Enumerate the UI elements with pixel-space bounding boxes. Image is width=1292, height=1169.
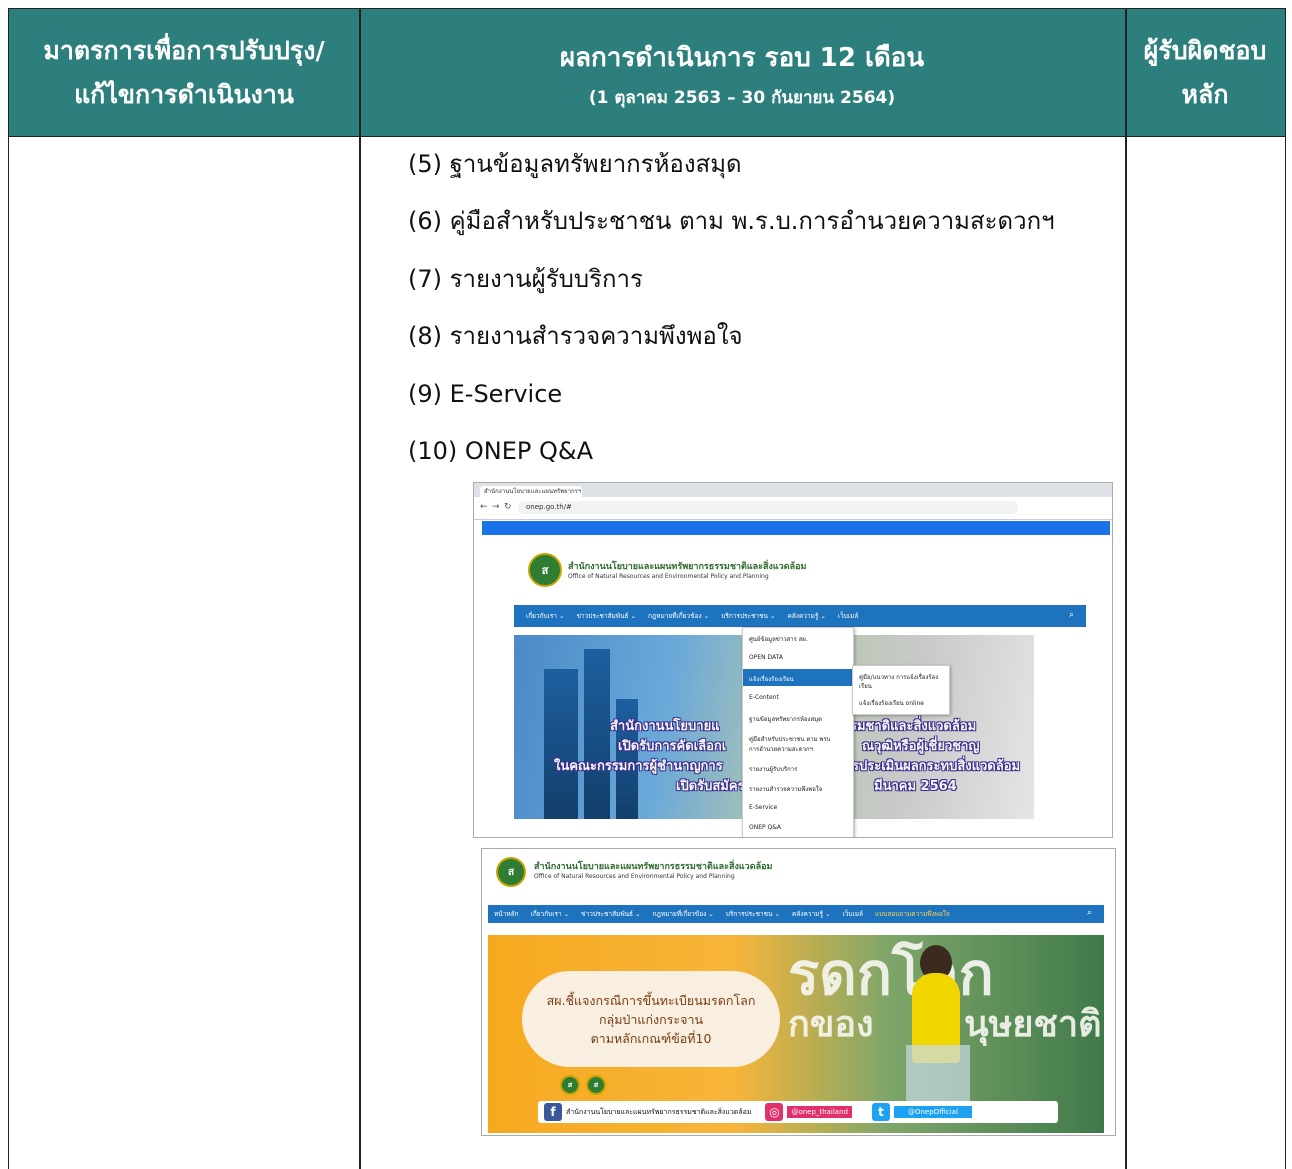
building-shape (544, 669, 578, 819)
org-name-en: Office of Natural Resources and Environm… (568, 573, 769, 580)
podium (906, 1045, 970, 1103)
dropdown-item: การอำนวยความสะดวกฯ (749, 746, 814, 753)
list-item: (7) รายงานผู้รับบริการ (408, 264, 643, 293)
back-icon: ← (480, 502, 488, 512)
menu-item: คลังความรู้ ⌄ (787, 612, 826, 620)
banner-text: สำนักงานนโยบายแ (610, 719, 720, 734)
menu-item: คลังความรู้ ⌄ (792, 910, 831, 918)
instagram-icon: ◎ (765, 1103, 784, 1121)
submenu-item: เรียน (859, 683, 872, 690)
menu-item: กฎหมายที่เกี่ยวข้อง ⌄ (647, 612, 710, 620)
menu-item: แบบสอบถามความพึงพอใจ (874, 910, 950, 918)
instagram-text: @onep_thailand (787, 1106, 852, 1118)
org-name-th: สำนักงานนโยบายและแผนทรัพยากรธรรมชาติและส… (534, 862, 773, 872)
banner-text: เปิดรับสมัคร (676, 779, 745, 794)
list-item: (8) รายงานสำรวจความพึงพอใจ (408, 322, 743, 351)
header-measures: มาตรการเพื่อการปรับปรุง/ แก้ไขการดำเนินง… (9, 9, 359, 137)
menu-item: กฎหมายที่เกี่ยวข้อง ⌄ (652, 910, 714, 918)
services-dropdown: ศูนย์ข้อมูลข่าวสาร สผ. OPEN DATA แจ้งเรื… (742, 627, 854, 837)
headline-line: กลุ่มป่าแก่งกระจาน (598, 1011, 704, 1027)
menu-item: ข่าวประชาสัมพันธ์ ⌄ (581, 910, 641, 918)
news-banner: รดกโลก กของ นุษยชาติ สผ.ชี้แจงกรณีการขึ้… (488, 935, 1104, 1133)
header-responsible-line1: ผู้รับผิดชอบ (1143, 36, 1267, 65)
banner-text: รมชาติและสิ่งแวดล้อม (850, 719, 977, 734)
menu-item: เกี่ยวกับเรา ⌄ (530, 910, 570, 918)
site-menu-bar: เกี่ยวกับเรา ⌄ ข่าวประชาสัมพันธ์ ⌄ กฎหมา… (514, 605, 1086, 627)
headline-line: สผ.ชี้แจงกรณีการขึ้นทะเบียนมรดกโลก (546, 992, 756, 1008)
header-measures-line2: แก้ไขการดำเนินงาน (74, 80, 294, 109)
submenu-item: แจ้งเรื่องร้องเรียน online (859, 700, 924, 707)
search-icon: ⌕ (1086, 908, 1092, 918)
url-field: onep.go.th/# (518, 501, 1018, 514)
menu-item: เว็บเมล์ (842, 910, 863, 918)
org-name-en: Office of Natural Resources and Environm… (534, 873, 735, 880)
website-screenshot-home: ส สำนักงานนโยบายและแผนทรัพยากรธรรมชาติแล… (481, 848, 1116, 1136)
emblem-icon: ส (560, 1075, 580, 1095)
banner-text: เปิดรับการคัดเลือกเ (618, 739, 727, 754)
dropdown-item: ONEP Q&A (749, 824, 782, 831)
column-divider-1 (359, 9, 361, 1169)
social-bar: f สำนักงานนโยบายและแผนทรัพยากรธรรมชาติแล… (538, 1101, 1058, 1123)
banner-text: มีนาคม 2564 (874, 779, 957, 794)
browser-tab: สำนักงานนโยบายและแผนทรัพยากรฯ (480, 486, 582, 497)
list-item: (9) E-Service (408, 379, 563, 408)
onep-logo-icon: ส (496, 857, 526, 887)
forward-icon: → (492, 502, 500, 512)
menu-item: บริการประชาชน ⌄ (721, 612, 776, 620)
facebook-icon: f (544, 1103, 562, 1121)
header-results: ผลการดำเนินการ รอบ 12 เดือน (1 ตุลาคม 25… (359, 9, 1125, 137)
banner-text: รประเมินผลกระทบสิ่งแวดล้อม (852, 759, 1021, 774)
onep-logo-icon: ส (586, 1075, 606, 1095)
header-responsible-line2: หลัก (1181, 80, 1229, 109)
banner-text: ในคณะกรรมการผู้ชำนาญการ (554, 759, 723, 774)
site-top-bar (482, 521, 1110, 535)
building-shape (584, 649, 610, 819)
list-item: (6) คู่มือสำหรับประชาชน ตาม พ.ร.บ.การอำน… (408, 207, 1055, 236)
dropdown-item: แจ้งเรื่องร้องเรียน (749, 676, 794, 683)
twitter-text: @OnepOfficial (893, 1106, 972, 1118)
search-icon: ⌕ (1068, 610, 1074, 620)
header-results-title: ผลการดำเนินการ รอบ 12 เดือน (559, 42, 925, 73)
menu-item: ข่าวประชาสัมพันธ์ ⌄ (576, 612, 636, 620)
menu-item: เกี่ยวกับเรา ⌄ (526, 612, 565, 620)
dropdown-item: E-Service (749, 804, 778, 811)
header-responsible: ผู้รับผิดชอบ หลัก (1125, 9, 1285, 137)
table-header: มาตรการเพื่อการปรับปรุง/ แก้ไขการดำเนินง… (9, 9, 1285, 137)
banner-bg-text: นุษยชาติ (964, 1004, 1102, 1045)
browser-tab-bar: สำนักงานนโยบายและแผนทรัพยากรฯ (474, 483, 1112, 497)
dropdown-item: E-Content (749, 694, 779, 701)
facebook-text: สำนักงานนโยบายและแผนทรัพยากรธรรมชาติและส… (566, 1107, 752, 1116)
dropdown-item: ฐานข้อมูลทรัพยากรห้องสมุด (749, 716, 822, 723)
column-divider-2 (1125, 9, 1127, 1169)
reload-icon: ↻ (504, 502, 512, 512)
menu-item: หน้าหลัก (494, 910, 519, 918)
dropdown-item: OPEN DATA (749, 654, 783, 661)
results-list: (5) ฐานข้อมูลทรัพยากรห้องสมุด (6) คู่มือ… (408, 136, 1055, 480)
headline-line: ตามหลักเกณฑ์ข้อที่10 (590, 1030, 712, 1046)
dropdown-item: คู่มือสำหรับประชาชน ตาม พรบ (749, 736, 831, 743)
header-results-period: (1 ตุลาคม 2563 – 30 กันยายน 2564) (588, 87, 896, 108)
complaint-submenu: คู่มือ/แนวทาง การแจ้งเรื่องร้อง เรียน แจ… (852, 665, 950, 715)
dropdown-item: ศูนย์ข้อมูลข่าวสาร สผ. (749, 636, 808, 643)
menu-item: เว็บเมล์ (837, 612, 859, 620)
banner-text: ณวุฒิหรือผู้เชี่ยวชาญ (862, 739, 980, 754)
org-name-th: สำนักงานนโยบายและแผนทรัพยากรธรรมชาติและส… (568, 562, 807, 572)
header-measures-line1: มาตรการเพื่อการปรับปรุง/ (43, 36, 325, 65)
list-item: (5) ฐานข้อมูลทรัพยากรห้องสมุด (408, 150, 742, 178)
list-item: (10) ONEP Q&A (408, 437, 594, 466)
dropdown-item: รายงานผู้รับบริการ (749, 766, 798, 773)
onep-logo-icon: ส (528, 553, 562, 587)
browser-address-bar: ← → ↻ onep.go.th/# (474, 497, 1112, 520)
twitter-icon: t (871, 1103, 890, 1121)
menu-item: บริการประชาชน ⌄ (725, 910, 781, 918)
headline-bubble: สผ.ชี้แจงกรณีการขึ้นทะเบียนมรดกโลก กลุ่ม… (522, 971, 780, 1067)
banner-bg-text: กของ (788, 1004, 874, 1045)
website-screenshot-menu: สำนักงานนโยบายและแผนทรัพยากรฯ ← → ↻ onep… (473, 482, 1113, 838)
dropdown-item: รายงานสำรวจความพึงพอใจ (749, 786, 823, 793)
site-menu-bar: หน้าหลัก เกี่ยวกับเรา ⌄ ข่าวประชาสัมพันธ… (488, 905, 1104, 923)
